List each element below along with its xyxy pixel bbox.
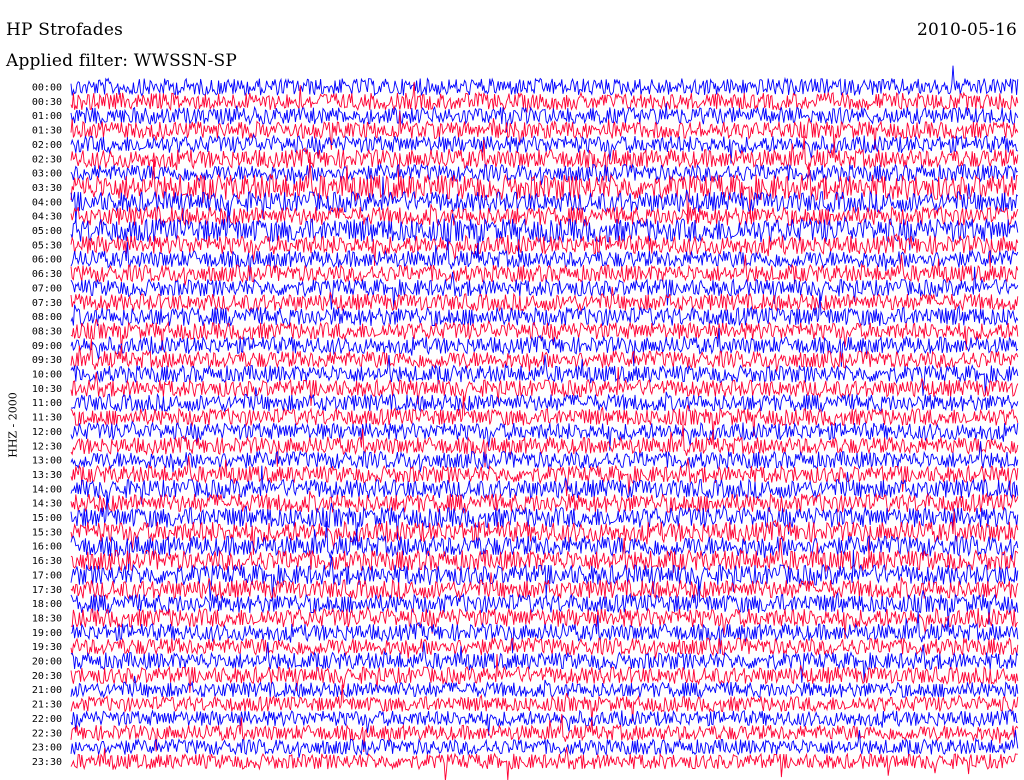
time-tick-label: 08:00 (32, 312, 62, 323)
trace-2330 (70, 746, 1018, 780)
trace-1830 (70, 605, 1019, 640)
time-tick-label: 09:00 (32, 341, 62, 352)
time-tick-label: 19:30 (32, 642, 62, 653)
time-tick-label: 21:00 (32, 685, 62, 696)
time-tick-label: 00:00 (32, 83, 62, 94)
time-tick-label: 03:30 (32, 183, 62, 194)
trace-1500 (70, 491, 1019, 541)
time-tick-label: 11:30 (32, 413, 62, 424)
time-tick-label: 21:30 (32, 700, 62, 711)
time-tick-label: 07:00 (32, 283, 62, 294)
time-tick-label: 15:00 (32, 513, 62, 524)
time-tick-label: 04:00 (32, 197, 62, 208)
time-tick-label: 10:00 (32, 370, 62, 381)
time-tick-label: 12:00 (32, 427, 62, 438)
time-tick-label: 10:30 (32, 384, 62, 395)
time-tick-label: 02:00 (32, 140, 62, 151)
time-tick-label: 16:30 (32, 556, 62, 567)
trace-1100 (70, 387, 1019, 413)
time-tick-label: 00:30 (32, 97, 62, 108)
time-tick-label: 06:00 (32, 255, 62, 266)
seismogram-plot: 00:00 00:30 01:00 01:30 02:00 02:30 03:00 03:30… (32, 65, 1019, 780)
time-tick-label: 22:00 (32, 714, 62, 725)
time-tick-label: 04:30 (32, 212, 62, 223)
trace-0330 (70, 159, 1018, 221)
time-tick-label: 14:30 (32, 499, 62, 510)
time-tick-label: 09:30 (32, 355, 62, 366)
time-tick-label: 17:00 (32, 570, 62, 581)
time-tick-label: 16:00 (32, 542, 62, 553)
time-tick-label: 11:00 (32, 398, 62, 409)
time-tick-label: 07:30 (32, 298, 62, 309)
time-tick-label: 23:00 (32, 743, 62, 754)
time-tick-label: 01:00 (32, 111, 62, 122)
time-tick-label: 12:30 (32, 441, 62, 452)
time-tick-label: 13:30 (32, 470, 62, 481)
time-tick-label: 06:30 (32, 269, 62, 280)
time-tick-label: 13:00 (32, 456, 62, 467)
time-tick-label: 20:30 (32, 671, 62, 682)
time-tick-label: 18:30 (32, 613, 62, 624)
trace-0030 (70, 81, 1019, 113)
time-tick-label: 20:00 (32, 657, 62, 668)
trace-0000 (70, 65, 1019, 97)
time-tick-label: 03:00 (32, 169, 62, 180)
time-tick-label: 23:30 (32, 757, 62, 768)
time-tick-label: 05:30 (32, 240, 62, 251)
trace-0800 (70, 292, 1019, 328)
time-tick-label: 14:00 (32, 484, 62, 495)
time-tick-label: 02:30 (32, 154, 62, 165)
trace-1430 (70, 491, 1019, 514)
time-tick-label: 18:00 (32, 599, 62, 610)
time-tick-label: 19:00 (32, 628, 62, 639)
time-tick-label: 05:00 (32, 226, 62, 237)
trace-2100 (70, 675, 1019, 699)
time-tick-label: 15:30 (32, 527, 62, 538)
time-tick-label: 08:30 (32, 326, 62, 337)
trace-2200 (70, 708, 1018, 736)
time-tick-label: 01:30 (32, 126, 62, 137)
time-tick-label: 17:30 (32, 585, 62, 596)
time-tick-label: 22:30 (32, 728, 62, 739)
